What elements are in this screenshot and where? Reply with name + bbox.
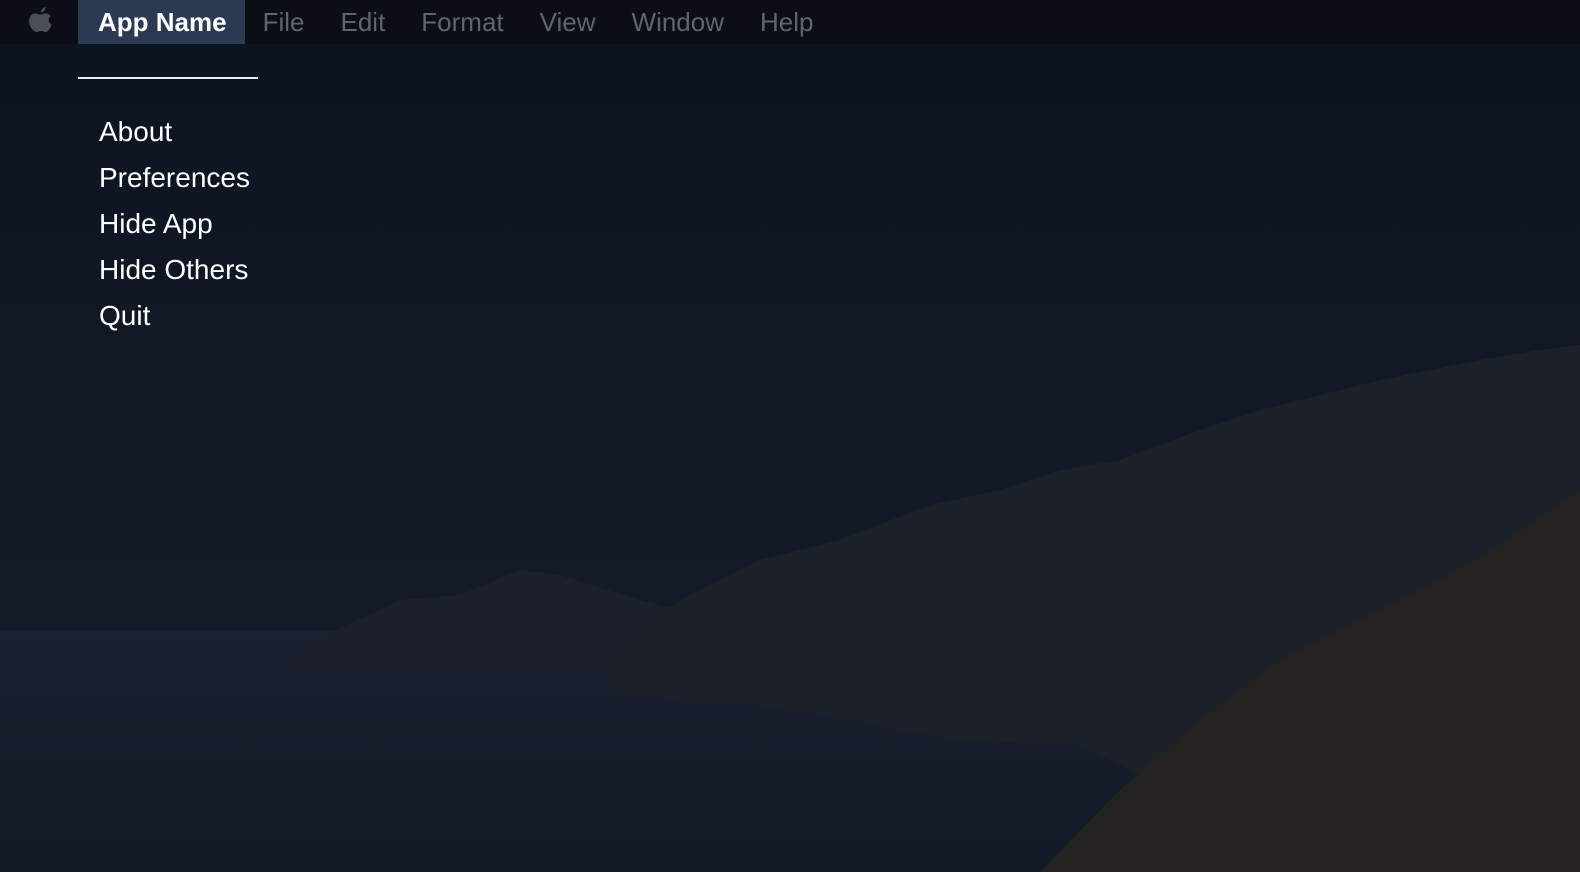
menu-divider bbox=[78, 77, 258, 79]
menu-window[interactable]: Window bbox=[614, 0, 742, 44]
menu-bar: App Name File Edit Format View Window He… bbox=[0, 0, 1580, 44]
menu-help[interactable]: Help bbox=[742, 0, 831, 44]
menu-edit[interactable]: Edit bbox=[322, 0, 403, 44]
menu-item-hide-others[interactable]: Hide Others bbox=[99, 250, 250, 296]
menu-item-quit[interactable]: Quit bbox=[99, 296, 250, 342]
menu-format[interactable]: Format bbox=[403, 0, 521, 44]
menu-item-about[interactable]: About bbox=[99, 112, 250, 158]
menu-app-name[interactable]: App Name bbox=[78, 0, 245, 44]
menu-item-preferences[interactable]: Preferences bbox=[99, 158, 250, 204]
apple-logo-icon bbox=[29, 7, 52, 32]
menu-file[interactable]: File bbox=[245, 0, 323, 44]
menu-view[interactable]: View bbox=[522, 0, 614, 44]
apple-menu-button[interactable] bbox=[0, 0, 78, 44]
menu-item-hide-app[interactable]: Hide App bbox=[99, 204, 250, 250]
desktop: App Name File Edit Format View Window He… bbox=[0, 0, 1580, 872]
app-menu-list: About Preferences Hide App Hide Others Q… bbox=[99, 112, 250, 342]
